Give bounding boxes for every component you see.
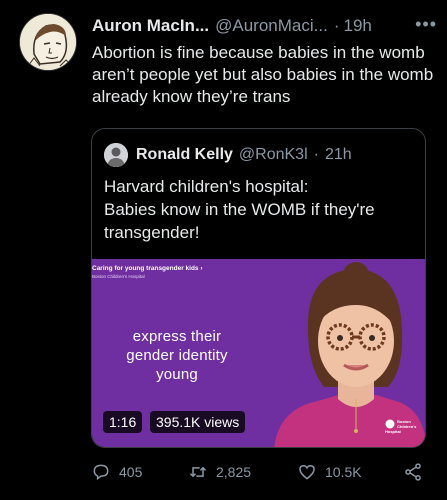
like-count: 10.5K <box>325 464 362 480</box>
video-caption: express their gender identity young <box>126 328 228 383</box>
video-subheading: Boston Children's Hospital <box>92 274 145 279</box>
share-button[interactable] <box>403 462 431 482</box>
more-options-icon[interactable]: ••• <box>415 14 437 35</box>
tweet-text: Abortion is fine because babies in the w… <box>92 43 434 106</box>
tweet-time[interactable]: 19h <box>343 16 371 36</box>
separator: · <box>313 146 319 163</box>
tweet-actions: 405 2,825 10.5K <box>91 460 437 484</box>
video-views: 395.1K views <box>150 411 246 433</box>
heart-icon <box>299 464 315 480</box>
retweet-icon <box>189 466 207 478</box>
quoted-text-line: Babies know in the WOMB if they're trans… <box>104 200 375 242</box>
video-player[interactable]: Caring for young transgender kids › Bost… <box>92 259 425 447</box>
reply-count: 405 <box>119 464 143 480</box>
quoted-tweet[interactable]: Ronald Kelly @RonK3l · 21h Harvard child… <box>91 128 426 448</box>
quoted-author-name[interactable]: Ronald Kelly <box>136 146 233 164</box>
separator: · <box>333 16 340 35</box>
tweet-header: Auron MacIn... @AuronMaci... · 19h <box>92 14 435 38</box>
quoted-tweet-time[interactable]: 21h <box>325 146 352 164</box>
video-duration: 1:16 <box>103 411 143 433</box>
retweet-button[interactable]: 2,825 <box>188 462 251 482</box>
like-button[interactable]: 10.5K <box>297 462 362 482</box>
author-name[interactable]: Auron MacIn... <box>92 16 209 36</box>
author-handle[interactable]: @AuronMaci... <box>215 16 328 36</box>
hospital-logo: Boston Children's Hospital <box>385 419 417 434</box>
quoted-tweet-text: Harvard children's hospital: Babies know… <box>104 175 416 244</box>
video-heading: Caring for young transgender kids › <box>92 265 203 272</box>
tweet[interactable]: Auron MacIn... @AuronMaci... · 19h ••• A… <box>0 0 447 500</box>
quoted-text-line: Harvard children's hospital: <box>104 177 309 196</box>
reply-button[interactable]: 405 <box>91 462 142 482</box>
quoted-author-handle[interactable]: @RonK3l <box>239 146 308 164</box>
quoted-author-avatar[interactable] <box>104 143 128 167</box>
author-avatar[interactable] <box>19 13 77 71</box>
quoted-tweet-header: Ronald Kelly @RonK3l · 21h <box>104 143 352 167</box>
retweet-count: 2,825 <box>216 464 252 480</box>
share-icon <box>405 463 421 481</box>
reply-icon <box>93 464 109 481</box>
